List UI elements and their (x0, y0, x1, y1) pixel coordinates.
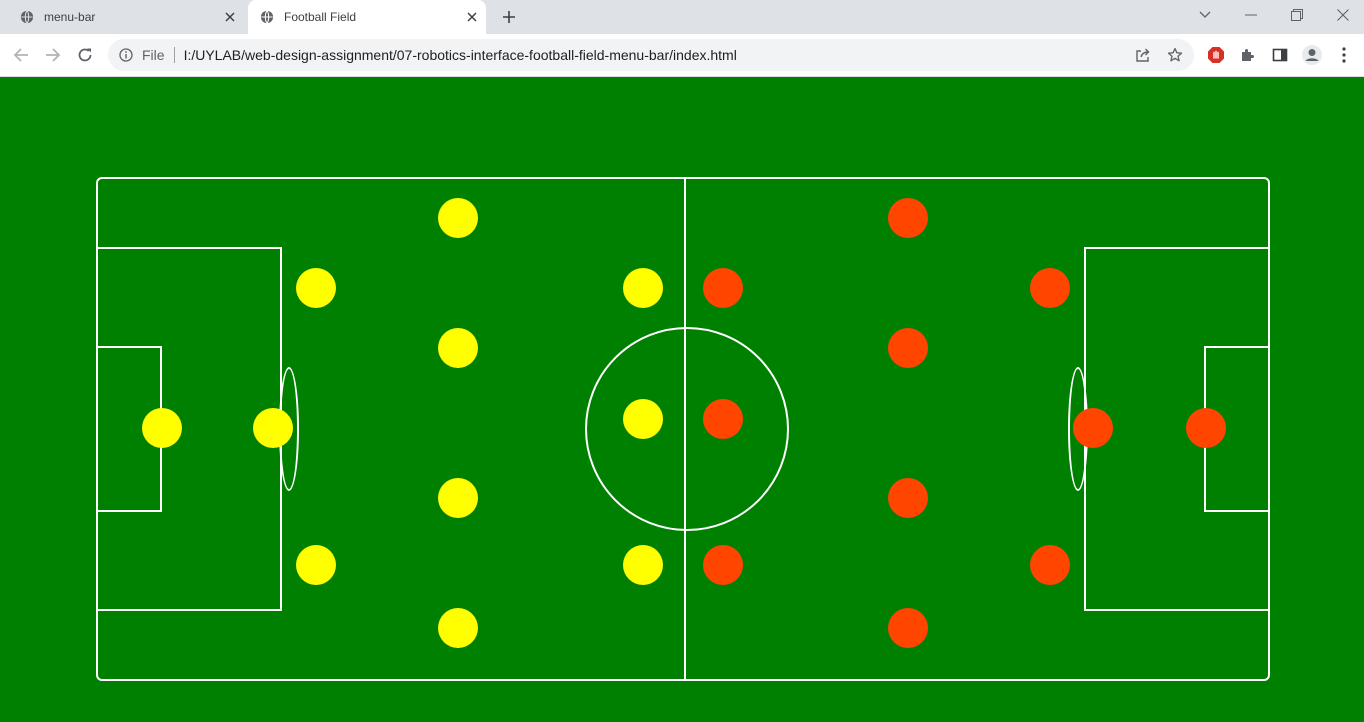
orange-player[interactable] (1030, 545, 1070, 585)
tab-menu-bar[interactable]: menu-bar (8, 0, 244, 34)
tab-title: menu-bar (44, 10, 96, 24)
football-field (96, 177, 1270, 681)
orange-player[interactable] (703, 545, 743, 585)
close-icon (467, 12, 477, 22)
orange-player[interactable] (1073, 408, 1113, 448)
page-viewport (0, 77, 1364, 722)
close-icon (225, 12, 235, 22)
bookmark-button[interactable] (1165, 45, 1185, 65)
orange-player[interactable] (888, 328, 928, 368)
plus-icon (503, 11, 515, 23)
new-tab-button[interactable] (498, 6, 520, 28)
restore-icon (1291, 9, 1303, 21)
reload-icon (78, 48, 92, 62)
globe-icon (20, 10, 34, 24)
center-circle (585, 327, 789, 531)
yellow-player[interactable] (623, 545, 663, 585)
kebab-menu-icon (1342, 47, 1346, 63)
extension-adblock-button[interactable] (1204, 43, 1228, 67)
chevron-down-icon (1199, 11, 1211, 18)
yellow-player[interactable] (623, 268, 663, 308)
reload-button[interactable] (72, 42, 98, 68)
tab-close-button[interactable] (220, 7, 240, 27)
tab-title: Football Field (284, 10, 357, 24)
globe-icon (260, 10, 274, 24)
extensions-button[interactable] (1236, 43, 1260, 67)
orange-player[interactable] (888, 608, 928, 648)
orange-player[interactable] (888, 198, 928, 238)
side-panel-button[interactable] (1268, 43, 1292, 67)
tab-strip: menu-bar Football Field (0, 0, 1364, 34)
yellow-player[interactable] (623, 399, 663, 439)
divider (173, 47, 175, 63)
orange-player[interactable] (1030, 268, 1070, 308)
orange-player[interactable] (703, 399, 743, 439)
share-button[interactable] (1133, 45, 1153, 65)
yellow-player[interactable] (296, 545, 336, 585)
orange-player-goalkeeper[interactable] (1186, 408, 1226, 448)
info-icon[interactable] (119, 48, 133, 62)
tab-search-button[interactable] (1182, 0, 1228, 30)
yellow-player-goalkeeper[interactable] (142, 408, 182, 448)
browser-toolbar: File I:/UYLAB/web-design-assignment/07-r… (0, 34, 1364, 77)
tab-close-button[interactable] (462, 7, 482, 27)
close-window-button[interactable] (1320, 0, 1364, 30)
scheme-label: File (142, 47, 165, 63)
orange-player[interactable] (703, 268, 743, 308)
stop-hand-icon (1208, 47, 1224, 63)
minimize-icon (1245, 14, 1257, 16)
profile-button[interactable] (1300, 43, 1324, 67)
yellow-player[interactable] (438, 328, 478, 368)
address-bar[interactable]: File I:/UYLAB/web-design-assignment/07-r… (108, 39, 1194, 71)
forward-button[interactable] (40, 42, 66, 68)
arrow-right-icon (46, 48, 61, 62)
url-text[interactable]: I:/UYLAB/web-design-assignment/07-roboti… (184, 47, 737, 63)
share-icon (1136, 48, 1150, 62)
yellow-player[interactable] (253, 408, 293, 448)
back-button[interactable] (8, 42, 34, 68)
orange-player[interactable] (888, 478, 928, 518)
yellow-player[interactable] (438, 608, 478, 648)
restore-button[interactable] (1274, 0, 1320, 30)
yellow-player[interactable] (438, 478, 478, 518)
menu-button[interactable] (1332, 43, 1356, 67)
puzzle-icon (1242, 49, 1254, 61)
arrow-left-icon (13, 48, 28, 62)
star-icon (1167, 47, 1183, 62)
yellow-player[interactable] (296, 268, 336, 308)
minimize-button[interactable] (1228, 0, 1274, 30)
yellow-player[interactable] (438, 198, 478, 238)
tab-football-field[interactable]: Football Field (248, 0, 486, 34)
avatar-icon (1302, 45, 1322, 65)
side-panel-icon (1272, 48, 1288, 62)
close-icon (1337, 9, 1349, 21)
